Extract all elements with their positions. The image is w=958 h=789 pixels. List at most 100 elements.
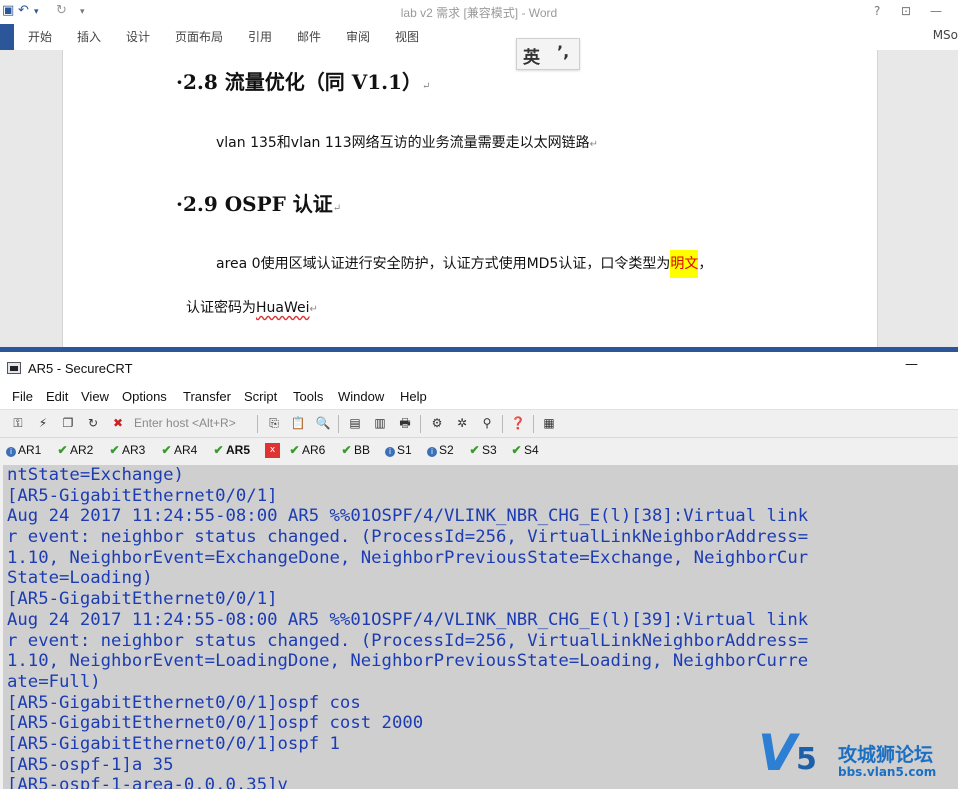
toolbar-separator: [502, 415, 503, 433]
terminal-line: r event: neighbor status changed. (Proce…: [7, 630, 809, 651]
tab-ar4[interactable]: ✔ AR4: [161, 443, 197, 457]
info-icon: i: [427, 447, 437, 457]
securecrt-title-bar: AR5 - SecureCRT —: [0, 353, 958, 383]
tab-review[interactable]: 审阅: [346, 28, 370, 45]
heading-bullet: ·: [176, 70, 183, 94]
menu-view[interactable]: View: [81, 389, 109, 404]
info-icon: i: [385, 447, 395, 457]
account-name[interactable]: MSo: [933, 28, 958, 42]
heading-2-9: ·2.9 OSPF 认证↵: [176, 192, 342, 216]
securecrt-app-icon: [7, 362, 21, 374]
print-icon[interactable]: 🖶: [397, 416, 413, 431]
check-icon: ✔: [341, 443, 352, 457]
terminal-line: [AR5-GigabitEthernet0/0/1]ospf 1: [7, 733, 340, 754]
session-tabs: i AR1 ✔ AR2 ✔ AR3 ✔ AR4 ✔ AR5 ✔ AR6 ✔ BB i S1 iS…: [0, 437, 958, 464]
terminal-line: [AR5-ospf-1-area-0.0.0.35]v: [7, 775, 288, 789]
securecrt-title: AR5 - SecureCRT: [28, 361, 133, 376]
paragraph-password: 认证密码为HuaWei↵: [186, 300, 318, 316]
word-window: ▣ ↶ ▾ ↻ ▾ lab v2 需求 [兼容模式] - Word ? ⊡ — …: [0, 0, 958, 352]
paragraph-vlan: vlan 135和vlan 113网络互访的业务流量需要走以太网链路↵: [216, 135, 598, 151]
terminal-line: ate=Full): [7, 671, 101, 692]
word-title: lab v2 需求 [兼容模式] - Word: [400, 6, 558, 20]
close-tab-icon[interactable]: x: [265, 443, 280, 458]
tab-page-layout[interactable]: 页面布局: [175, 28, 223, 45]
word-minimize-button[interactable]: —: [930, 4, 942, 18]
terminal-output: ntState=Exchange) [AR5-GigabitEthernet0/…: [7, 465, 808, 789]
keymap-icon[interactable]: ⚲: [479, 416, 495, 431]
tab-references[interactable]: 引用: [248, 28, 272, 45]
watermark-logo-number: 5: [796, 742, 817, 777]
sftp-icon[interactable]: ▦: [541, 416, 557, 431]
terminal-line: r event: neighbor status changed. (Proce…: [7, 527, 809, 548]
connect-icon[interactable]: ⚿: [10, 416, 26, 431]
find-icon[interactable]: 🔍: [315, 416, 331, 431]
ribbon-display-button[interactable]: ⊡: [901, 4, 911, 18]
watermark-logo: V: [758, 724, 797, 782]
file-tab[interactable]: [0, 24, 14, 50]
quick-connect-icon[interactable]: ⚡: [35, 416, 51, 431]
check-icon: ✔: [511, 443, 522, 457]
watermark-url: bbs.vlan5.com: [838, 765, 937, 779]
copy-icon[interactable]: ⎘: [266, 416, 282, 431]
menu-file[interactable]: File: [12, 389, 33, 404]
tab-ar5[interactable]: ✔ AR5: [213, 443, 250, 457]
tab-ar2[interactable]: ✔ AR2: [57, 443, 93, 457]
heading-bullet: ·: [176, 192, 183, 216]
terminal-line: [AR5-ospf-1]a 35: [7, 754, 174, 775]
menu-help[interactable]: Help: [400, 389, 427, 404]
terminal-line: State=Loading): [7, 568, 153, 589]
terminal-line: [AR5-GigabitEthernet0/0/1]ospf cos: [7, 692, 361, 713]
tab-s2[interactable]: i S2: [427, 443, 454, 457]
tab-ar6[interactable]: ✔ AR6: [289, 443, 325, 457]
menu-options[interactable]: Options: [122, 389, 167, 404]
securecrt-minimize-button[interactable]: —: [905, 357, 918, 372]
print-setup-icon[interactable]: ▤: [347, 416, 363, 431]
toolbar-separator: [338, 415, 339, 433]
check-icon: ✔: [289, 443, 300, 457]
menu-script[interactable]: Script: [244, 389, 277, 404]
menu-window[interactable]: Window: [338, 389, 384, 404]
window-split-bar: [0, 347, 958, 352]
tab-design[interactable]: 设计: [126, 28, 150, 45]
connect-in-tab-icon[interactable]: ❐: [60, 416, 76, 431]
tab-mailings[interactable]: 邮件: [297, 28, 321, 45]
menu-edit[interactable]: Edit: [46, 389, 68, 404]
check-icon: ✔: [213, 443, 224, 457]
tab-home[interactable]: 开始: [28, 28, 52, 45]
word-title-bar: ▣ ↶ ▾ ↻ ▾ lab v2 需求 [兼容模式] - Word ? ⊡ —: [0, 0, 958, 24]
menu-tools[interactable]: Tools: [293, 389, 323, 404]
help-icon[interactable]: ❓: [510, 416, 526, 431]
ime-language-toggle[interactable]: 英: [523, 43, 540, 68]
print-selection-icon[interactable]: ▥: [372, 416, 388, 431]
terminal-line: ntState=Exchange): [7, 465, 184, 485]
terminal-line: [AR5-GigabitEthernet0/0/1]: [7, 485, 278, 506]
tab-s1[interactable]: i S1: [385, 443, 412, 457]
tab-insert[interactable]: 插入: [77, 28, 101, 45]
check-icon: ✔: [161, 443, 172, 457]
help-button[interactable]: ?: [874, 4, 880, 18]
ime-toolbar[interactable]: 英 ’,: [516, 38, 580, 70]
global-options-icon[interactable]: ✲: [454, 416, 470, 431]
word-ribbon-tabs: 开始 插入 设计 页面布局 引用 邮件 审阅 视图 MSo: [0, 24, 958, 50]
terminal-line: [AR5-GigabitEthernet0/0/1]: [7, 589, 278, 610]
highlighted-text: 明文: [670, 250, 699, 278]
tab-view[interactable]: 视图: [395, 28, 419, 45]
heading-2-8: ·2.8 流量优化（同 V1.1）↵: [176, 70, 431, 94]
tab-s3[interactable]: ✔ S3: [469, 443, 496, 457]
toolbar-separator: [420, 415, 421, 433]
disconnect-icon[interactable]: ✖: [110, 416, 126, 431]
tab-s4[interactable]: ✔ S4: [511, 443, 538, 457]
menu-transfer[interactable]: Transfer: [183, 389, 231, 404]
enter-host-field[interactable]: Enter host <Alt+R>: [134, 416, 236, 430]
paste-icon[interactable]: 📋: [290, 416, 306, 431]
tab-ar1[interactable]: i AR1: [6, 443, 41, 457]
tab-bb[interactable]: ✔ BB: [341, 443, 370, 457]
reconnect-icon[interactable]: ↻: [85, 416, 101, 431]
ime-punctuation-toggle[interactable]: ’,: [557, 42, 569, 61]
session-options-icon[interactable]: ⚙: [429, 416, 445, 431]
forum-watermark: V 5 攻城狮论坛 bbs.vlan5.com: [758, 724, 958, 786]
paragraph-mark: ↵: [422, 81, 431, 92]
tab-ar3[interactable]: ✔ AR3: [109, 443, 145, 457]
check-icon: ✔: [109, 443, 120, 457]
terminal-line: 1.10, NeighborEvent=LoadingDone, Neighbo…: [7, 651, 809, 672]
